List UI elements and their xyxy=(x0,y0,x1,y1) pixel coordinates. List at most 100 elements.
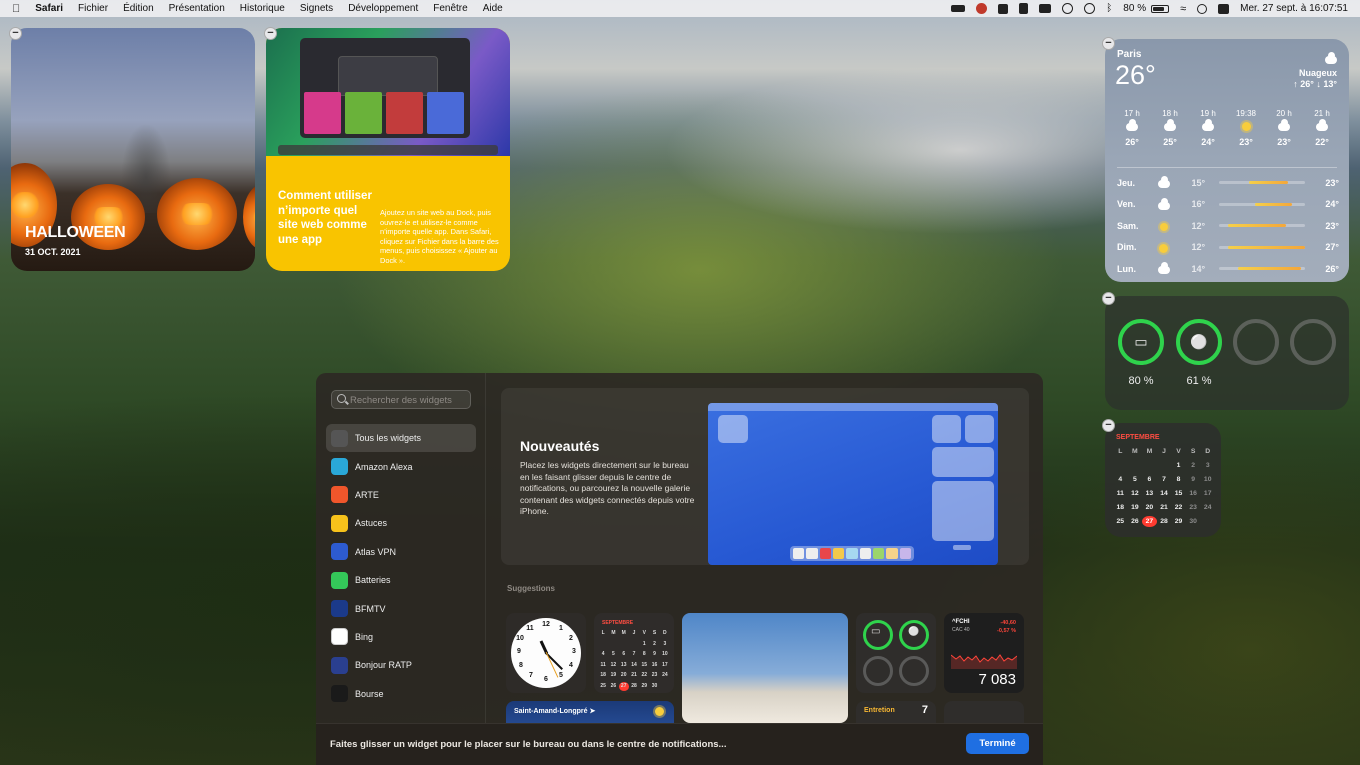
widget-category-astuces[interactable]: Astuces xyxy=(326,509,476,537)
menu-aide[interactable]: Aide xyxy=(483,3,503,14)
clipboard-icon[interactable] xyxy=(1019,3,1029,14)
remove-photo-widget-button[interactable]: − xyxy=(9,27,22,40)
calendar-weekday: S xyxy=(1190,448,1196,455)
widget-suggestion[interactable] xyxy=(944,701,1024,723)
battery-percent[interactable]: 80 % xyxy=(1123,3,1146,14)
cloud-icon xyxy=(1202,119,1214,131)
daily-forecast-row: Lun. 14° 26° xyxy=(1117,258,1339,280)
weather-temperature: 26° xyxy=(1115,60,1156,90)
partly-sunny-icon xyxy=(655,707,664,716)
menu-presentation[interactable]: Présentation xyxy=(169,3,225,14)
hour-temp: 22° xyxy=(1315,137,1329,147)
menu-developpement[interactable]: Développement xyxy=(348,3,418,14)
gallery-sidebar: Tous les widgets Amazon Alexa ARTE Astuces A… xyxy=(316,373,486,723)
reminders-widget-suggestion[interactable]: Entretion 7 xyxy=(856,701,936,723)
pumpkin-right xyxy=(157,178,237,250)
temperature-range-fill xyxy=(1238,267,1301,271)
day-low: 12° xyxy=(1191,242,1206,253)
widget-category-bing[interactable]: Bing xyxy=(326,623,476,651)
menu-signets[interactable]: Signets xyxy=(300,3,333,14)
antenna-icon[interactable] xyxy=(1039,4,1052,13)
widget-category-label: Bourse xyxy=(355,688,384,699)
alexa-icon xyxy=(331,458,348,476)
calendar-day: 21 xyxy=(1160,504,1168,511)
weather-widget[interactable]: Paris 26° Nuageux ↑ 26° ↓ 13° 17 h 26° 18 … xyxy=(1105,39,1349,282)
clock-widget-suggestion[interactable]: 12 3 6 9 1 2 4 5 7 8 10 11 xyxy=(506,613,586,693)
photo-date: 31 OCT. 2021 xyxy=(25,247,81,257)
mini-calendar-day xyxy=(619,640,629,649)
menu-datetime[interactable]: Mer. 27 sept. à 16:07:51 xyxy=(1240,3,1348,14)
control-center-icon[interactable] xyxy=(1218,3,1230,14)
weather-widget-suggestion[interactable]: Saint-Amand-Longpré ➤ xyxy=(506,701,674,723)
widget-category-atlas-vpn[interactable]: Atlas VPN xyxy=(326,538,476,566)
laptop-battery-percent: 80 % xyxy=(1128,375,1154,387)
stocks-widget-suggestion[interactable]: ^FCHI CAC 40 -40,60 -0,57 % 7 083 xyxy=(944,613,1024,693)
mini-calendar-day: 25 xyxy=(600,682,606,689)
menu-app-name[interactable]: Safari xyxy=(35,3,63,14)
hour-temp: 25° xyxy=(1163,137,1177,147)
mini-calendar-day: 10 xyxy=(662,651,668,657)
calendar-day: 23 xyxy=(1189,504,1197,511)
tip-screenshot xyxy=(266,28,510,156)
calendar-day: 19 xyxy=(1131,504,1139,511)
airplay-icon[interactable] xyxy=(1062,3,1074,14)
cloud-icon xyxy=(1157,197,1170,210)
creative-cloud-icon[interactable] xyxy=(976,3,988,14)
play-icon[interactable] xyxy=(1084,3,1096,14)
wifi-icon[interactable]: ≈ xyxy=(1180,3,1186,15)
photo-widget-suggestion[interactable] xyxy=(682,613,848,723)
widget-category-batteries[interactable]: Batteries xyxy=(326,566,476,594)
calendar-weekday: J xyxy=(1162,448,1166,455)
remove-weather-widget-button[interactable]: − xyxy=(1102,37,1115,50)
hourly-forecast-item: 20 h 23° xyxy=(1265,109,1303,147)
airpods-battery-ring: ⚪ xyxy=(899,620,929,650)
photo-widget[interactable]: HALLOWEEN 31 OCT. 2021 xyxy=(11,28,255,271)
mini-calendar-day: 12 xyxy=(610,661,617,668)
calendar-widget-suggestion[interactable]: SEPTEMBRE L M M J V S D 1 2 3 4 5 6 7 8 9 10 11 12 13 14 15 16… xyxy=(594,613,674,693)
mini-calendar-day: 11 xyxy=(600,661,606,668)
calendar-widget[interactable]: SEPTEMBRE L M M J V S D 1 2 3 4 5 6 7 8 9 10 11 12 13 14 15 16… xyxy=(1105,423,1221,537)
widget-category-label: Batteries xyxy=(355,575,391,586)
calendar-day: 16 xyxy=(1189,490,1197,497)
done-button[interactable]: Terminé xyxy=(966,733,1029,754)
bing-icon xyxy=(331,628,348,646)
widget-category-amazon-alexa[interactable]: Amazon Alexa xyxy=(326,452,476,480)
widget-category-tous-les-widgets[interactable]: Tous les widgets xyxy=(326,424,476,453)
widget-category-arte[interactable]: ARTE xyxy=(326,481,476,509)
battery-icon[interactable] xyxy=(1151,4,1170,13)
mini-calendar-weekday: M xyxy=(621,630,626,636)
calendar-day: 7 xyxy=(1162,476,1166,483)
calendar-weekday: M xyxy=(1146,448,1153,455)
widget-category-label: Bonjour RATP xyxy=(355,660,412,671)
mini-calendar-day xyxy=(608,640,618,649)
battery-widget-suggestion[interactable]: ▭ ⚪ xyxy=(856,613,936,693)
menu-historique[interactable]: Historique xyxy=(240,3,285,14)
widget-category-bonjour-ratp[interactable]: Bonjour RATP xyxy=(326,651,476,679)
day-low: 12° xyxy=(1191,220,1206,231)
calendar-day xyxy=(1113,460,1128,471)
battery-widget[interactable]: ▭ 80 % ⚪ 61 % xyxy=(1105,296,1349,410)
hour-label: 17 h xyxy=(1124,109,1140,118)
apple-logo-icon[interactable]:  xyxy=(12,3,20,15)
menu-fenetre[interactable]: Fenêtre xyxy=(433,3,467,14)
menu-fichier[interactable]: Fichier xyxy=(78,3,108,14)
calendar-day: 20 xyxy=(1145,504,1154,511)
widget-category-bfmtv[interactable]: BFMTV xyxy=(326,594,476,622)
widget-category-bourse[interactable]: Bourse xyxy=(326,680,476,708)
remove-tip-widget-button[interactable]: − xyxy=(264,27,277,40)
control-icon[interactable] xyxy=(998,3,1009,14)
remove-battery-widget-button[interactable]: − xyxy=(1102,292,1115,305)
bluetooth-icon[interactable]: ᛒ xyxy=(1106,3,1112,14)
bolt-icon[interactable] xyxy=(951,5,966,12)
search-icon[interactable] xyxy=(1197,3,1208,14)
widget-search-field[interactable] xyxy=(331,390,471,409)
calendar-day: 8 xyxy=(1176,476,1181,483)
tips-widget[interactable]: Comment utiliser n’importe quel site web… xyxy=(266,28,510,271)
remove-calendar-widget-button[interactable]: − xyxy=(1102,419,1115,432)
mini-calendar-grid: L M M J V S D 1 2 3 4 5 6 7 8 9 10 11 12 13 14 15 16 17 18 19 20 21… xyxy=(598,629,670,691)
menu-edition[interactable]: Édition xyxy=(123,3,154,14)
mini-calendar-day: 1 xyxy=(642,640,646,647)
day-low: 14° xyxy=(1191,263,1206,274)
widget-search-input[interactable] xyxy=(350,392,468,408)
weather-hourly: 17 h 26° 18 h 25° 19 h 24° 19:38 23° 20 h 23° 21 h… xyxy=(1113,109,1341,147)
